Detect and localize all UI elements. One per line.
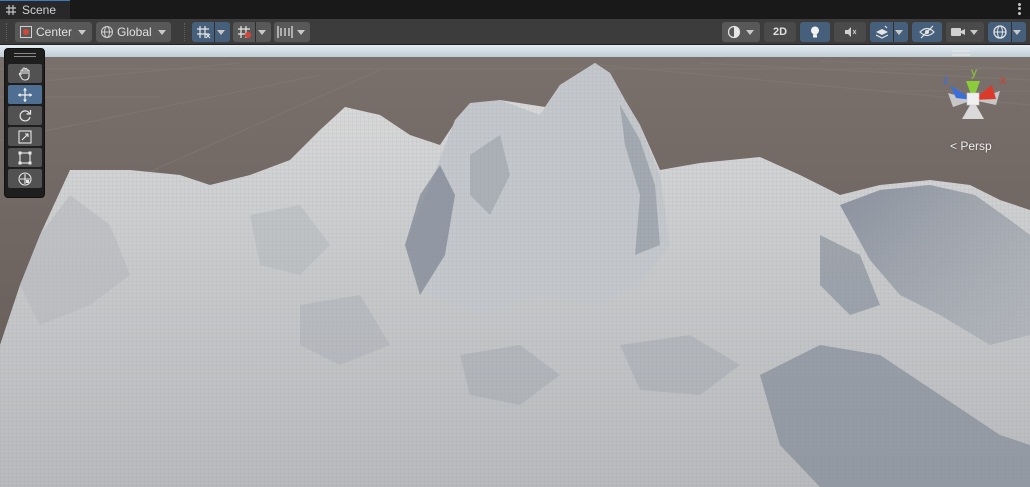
align-button[interactable] bbox=[274, 22, 310, 42]
rotate-icon bbox=[19, 109, 32, 121]
hand-icon bbox=[18, 66, 30, 81]
increment-snap-icon bbox=[238, 26, 251, 38]
scene-toolbar: Center Global 2D bbox=[0, 19, 1030, 45]
chevron-left-icon: < bbox=[950, 139, 958, 153]
pivot-center-icon bbox=[20, 26, 32, 38]
tab-scene[interactable]: Scene bbox=[0, 0, 70, 19]
scale-tool[interactable] bbox=[8, 127, 42, 146]
shading-mode-icon bbox=[727, 25, 741, 39]
draw-mode-button[interactable] bbox=[722, 22, 760, 42]
hidden-objects-toggle[interactable] bbox=[912, 22, 942, 42]
lighting-toggle[interactable] bbox=[800, 22, 830, 42]
view-tool[interactable] bbox=[8, 64, 42, 83]
toolbar-grip[interactable] bbox=[6, 23, 8, 41]
light-bulb-icon bbox=[811, 26, 819, 38]
move-icon bbox=[18, 87, 32, 102]
gizmo-x-label: x bbox=[1000, 73, 1006, 87]
rotate-tool[interactable] bbox=[8, 106, 42, 125]
audio-mute-icon bbox=[845, 27, 857, 37]
gizmos-button[interactable] bbox=[988, 22, 1026, 42]
transform-tool[interactable] bbox=[8, 169, 42, 188]
gizmo-z-label: z bbox=[943, 73, 949, 87]
terrain-render bbox=[0, 45, 1030, 487]
toggle-2d-button[interactable]: 2D bbox=[764, 22, 796, 42]
pivot-mode-dropdown[interactable]: Center bbox=[15, 22, 92, 42]
pivot-mode-label: Center bbox=[36, 25, 73, 39]
rect-icon bbox=[18, 151, 32, 164]
align-icon bbox=[277, 26, 293, 38]
more-options-icon[interactable] bbox=[1016, 2, 1022, 16]
effects-layers-icon bbox=[875, 25, 889, 39]
scene-tools-overlay bbox=[4, 48, 45, 198]
eye-hidden-icon bbox=[919, 25, 935, 39]
pivot-rotation-label: Global bbox=[117, 25, 152, 39]
transform-icon bbox=[18, 171, 32, 186]
pivot-rotation-dropdown[interactable]: Global bbox=[96, 22, 171, 42]
gizmo-y-label: y bbox=[971, 65, 977, 79]
camera-settings-button[interactable] bbox=[946, 22, 984, 42]
scale-icon bbox=[18, 129, 32, 144]
audio-toggle[interactable] bbox=[834, 22, 866, 42]
gizmo-globe-icon bbox=[993, 25, 1007, 39]
rect-tool[interactable] bbox=[8, 148, 42, 167]
persp-label: Persp bbox=[960, 139, 992, 153]
grid-visibility-button[interactable] bbox=[192, 22, 230, 42]
overlay-grip[interactable] bbox=[14, 53, 36, 57]
effects-button[interactable] bbox=[870, 22, 908, 42]
grid-snap-icon bbox=[197, 26, 211, 39]
tab-bar: Scene bbox=[0, 0, 1030, 19]
scene-viewport[interactable]: y x z < Persp bbox=[0, 45, 1030, 487]
snap-increment-button[interactable] bbox=[233, 22, 271, 42]
scene-grid-icon bbox=[6, 5, 16, 15]
camera-icon bbox=[951, 28, 965, 36]
camera-projection-label[interactable]: < Persp bbox=[950, 139, 992, 153]
toolbar-grip[interactable] bbox=[184, 23, 186, 41]
globe-icon bbox=[101, 26, 113, 38]
tab-scene-label: Scene bbox=[22, 3, 57, 17]
move-tool[interactable] bbox=[8, 85, 42, 104]
